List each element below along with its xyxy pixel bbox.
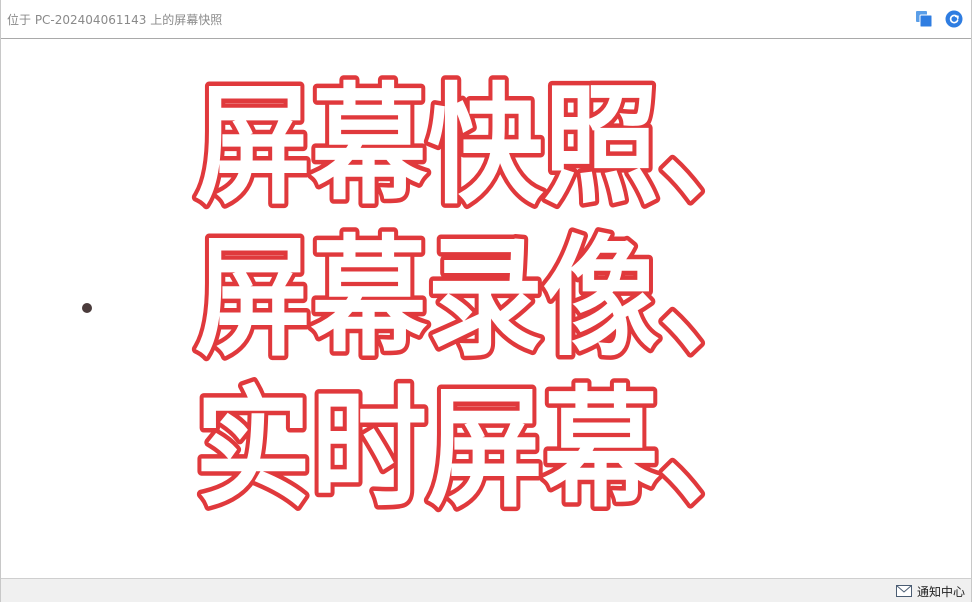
notification-center-button[interactable]: 通知中心 bbox=[895, 583, 965, 599]
refresh-icon bbox=[945, 10, 963, 28]
headline-line-1: 屏幕快照、 bbox=[195, 70, 775, 222]
headline-line-2: 屏幕录像、 bbox=[195, 222, 775, 374]
title-bar: 位于 PC-202404061143 上的屏幕快照 bbox=[1, 0, 971, 39]
windows-button[interactable] bbox=[915, 10, 933, 28]
windows-icon bbox=[916, 11, 933, 28]
mail-icon bbox=[895, 585, 912, 597]
snapshot-image: 屏幕快照、 屏幕录像、 实时屏幕、 bbox=[191, 66, 780, 530]
refresh-button[interactable] bbox=[945, 10, 963, 28]
notification-center-label: 通知中心 bbox=[916, 584, 965, 599]
snapshot-window: 位于 PC-202404061143 上的屏幕快照 屏幕快照、 屏幕录像、 实时… bbox=[0, 0, 972, 602]
headline-line-3: 实时屏幕、 bbox=[195, 373, 775, 525]
status-bar: 通知中心 bbox=[1, 578, 971, 602]
mouse-cursor-dot bbox=[82, 303, 92, 313]
window-title: 位于 PC-202404061143 上的屏幕快照 bbox=[7, 13, 223, 27]
snapshot-view[interactable]: 屏幕快照、 屏幕录像、 实时屏幕、 bbox=[1, 39, 971, 578]
